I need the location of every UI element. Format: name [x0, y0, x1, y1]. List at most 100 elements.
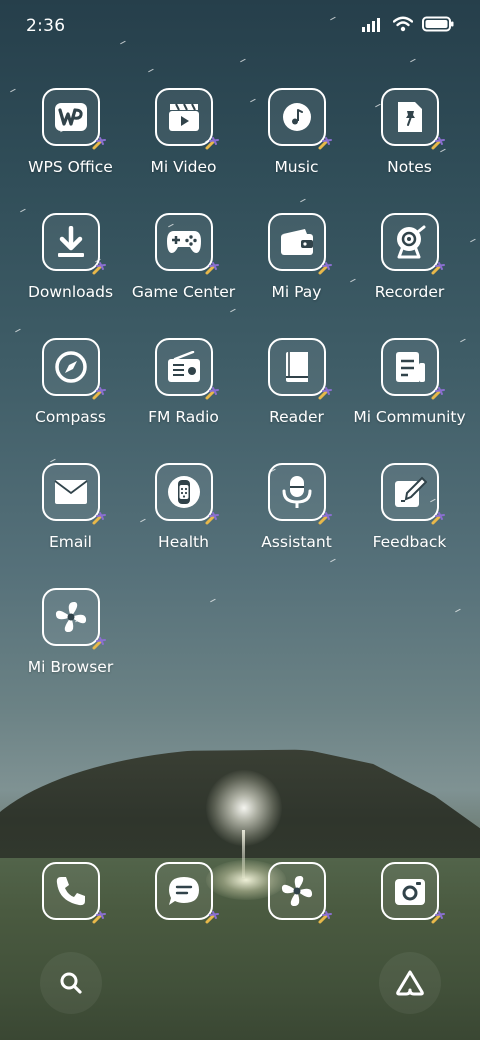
app-icon-frame[interactable] — [380, 463, 445, 525]
gamepad-icon — [166, 231, 201, 253]
app-fm-radio[interactable]: FM Radio — [127, 338, 240, 426]
app-notes[interactable]: Notes — [353, 88, 466, 176]
app-icon-frame[interactable] — [154, 88, 219, 150]
app-label: Music — [274, 158, 319, 176]
app-label: Recorder — [374, 283, 445, 301]
app-label: Notes — [387, 158, 432, 176]
badge-icon — [92, 387, 106, 400]
app-downloads[interactable]: Downloads — [14, 213, 127, 301]
app-icon-frame[interactable] — [380, 213, 445, 275]
app-label: WPS Office — [28, 158, 113, 176]
app-icon-frame[interactable] — [380, 338, 445, 400]
app-label: Email — [48, 533, 92, 551]
bottom-bar — [0, 952, 480, 1016]
badge-icon — [92, 137, 106, 150]
badge-icon — [205, 137, 219, 150]
badge-icon — [431, 137, 445, 150]
badge-icon — [318, 262, 332, 275]
book-icon — [285, 352, 308, 382]
app-icon-frame[interactable] — [267, 213, 332, 275]
app-reader[interactable]: Reader — [240, 338, 353, 426]
app-icon-frame[interactable] — [41, 588, 106, 650]
dock — [0, 862, 480, 926]
badge-icon — [205, 911, 219, 924]
wifi-icon — [393, 16, 413, 32]
app-icon-frame[interactable] — [380, 88, 445, 150]
app-label: Mi Community — [353, 408, 466, 426]
search-button[interactable] — [40, 952, 102, 1014]
badge-icon — [431, 911, 445, 924]
app-music[interactable]: Music — [240, 88, 353, 176]
app-label: Game Center — [131, 283, 236, 301]
dock-messages[interactable] — [127, 862, 240, 924]
watch-icon — [167, 476, 200, 508]
badge-icon — [205, 262, 219, 275]
app-icon-frame[interactable] — [154, 338, 219, 400]
radio-icon — [167, 351, 200, 382]
app-feedback[interactable]: Feedback — [353, 463, 466, 551]
app-email[interactable]: Email — [14, 463, 127, 551]
badge-icon — [431, 262, 445, 275]
app-icon-frame[interactable] — [41, 862, 106, 924]
app-icon-frame[interactable] — [154, 463, 219, 525]
app-icon-frame[interactable] — [267, 88, 332, 150]
badge-icon — [318, 911, 332, 924]
app-recorder[interactable]: Recorder — [353, 213, 466, 301]
app-assistant[interactable]: Assistant — [240, 463, 353, 551]
download-icon — [57, 226, 84, 257]
app-wps-office[interactable]: WPS Office — [14, 88, 127, 176]
phone-icon — [56, 877, 85, 906]
wallet-icon — [280, 229, 313, 255]
status-time: 2:36 — [26, 16, 66, 36]
envelope-icon — [53, 480, 88, 504]
badge-icon — [92, 262, 106, 275]
firework-burst — [206, 770, 282, 846]
badge-icon — [318, 512, 332, 525]
dock-camera[interactable] — [353, 862, 466, 924]
app-icon-frame[interactable] — [41, 88, 106, 150]
app-label: Reader — [269, 408, 324, 426]
edit-icon — [394, 476, 427, 507]
video-clapper-icon — [168, 103, 199, 131]
app-game-center[interactable]: Game Center — [127, 213, 240, 301]
recorder-icon — [396, 225, 425, 259]
note-pin-icon — [397, 102, 422, 132]
dock-phone[interactable] — [14, 862, 127, 924]
app-compass[interactable]: Compass — [14, 338, 127, 426]
app-label: Mi Pay — [271, 283, 322, 301]
badge-icon — [318, 137, 332, 150]
message-icon — [168, 877, 199, 905]
app-health[interactable]: Health — [127, 463, 240, 551]
badge-icon — [431, 387, 445, 400]
search-icon — [60, 972, 82, 994]
app-mi-community[interactable]: Mi Community — [353, 338, 466, 426]
app-label: Feedback — [372, 533, 447, 551]
status-bar: 2:36 — [0, 0, 480, 52]
dock-browser[interactable] — [240, 862, 353, 924]
app-label: Downloads — [27, 283, 114, 301]
app-mi-browser[interactable]: Mi Browser — [14, 588, 127, 676]
app-label: Assistant — [261, 533, 332, 551]
browser-icon — [281, 875, 312, 907]
community-icon — [395, 352, 425, 382]
app-icon-frame[interactable] — [267, 463, 332, 525]
app-icon-frame[interactable] — [154, 213, 219, 275]
app-icon-frame[interactable] — [380, 862, 445, 924]
badge-icon — [92, 911, 106, 924]
badge-icon — [92, 637, 106, 650]
app-label: Mi Browser — [27, 658, 114, 676]
battery-icon — [422, 16, 454, 32]
app-icon-frame[interactable] — [41, 213, 106, 275]
music-note-icon — [282, 103, 311, 131]
app-icon-frame[interactable] — [154, 862, 219, 924]
app-mi-pay[interactable]: Mi Pay — [240, 213, 353, 301]
badge-icon — [92, 512, 106, 525]
microphone-icon — [282, 476, 311, 508]
app-icon-frame[interactable] — [41, 338, 106, 400]
app-mi-video[interactable]: Mi Video — [127, 88, 240, 176]
assistant-button[interactable] — [379, 952, 441, 1014]
app-icon-frame[interactable] — [267, 338, 332, 400]
app-icon-frame[interactable] — [267, 862, 332, 924]
wps-icon — [54, 103, 87, 131]
app-icon-frame[interactable] — [41, 463, 106, 525]
